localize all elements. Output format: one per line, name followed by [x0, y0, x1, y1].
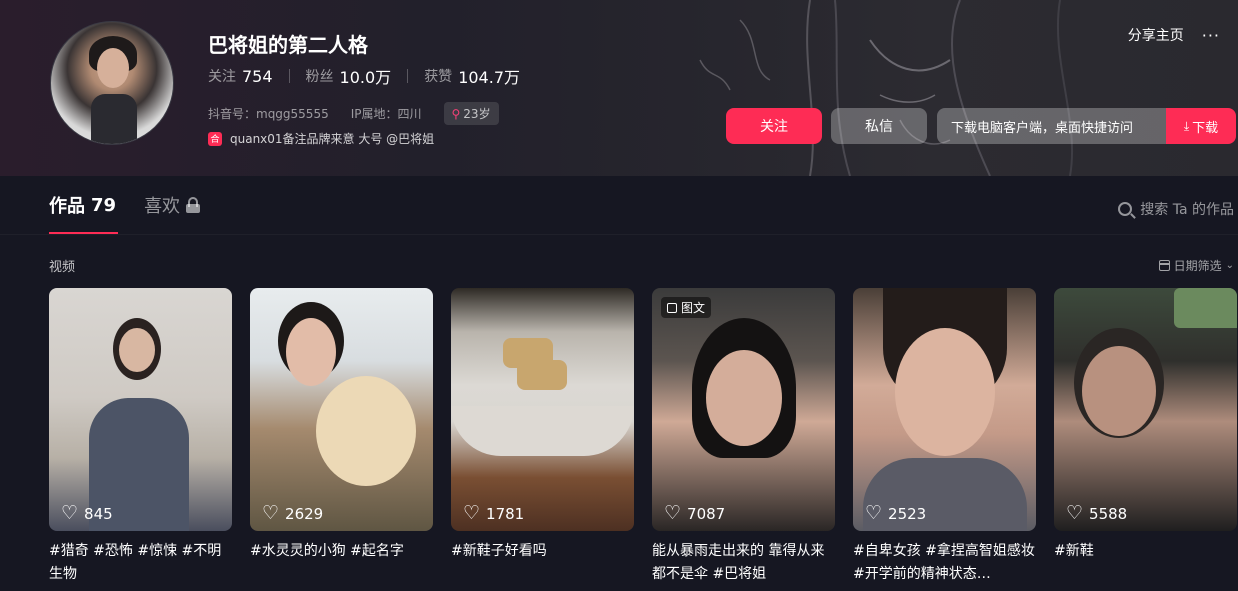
following-label: 关注	[208, 69, 236, 85]
video-caption[interactable]: #新鞋	[1054, 540, 1237, 586]
profile-meta: 抖音号：mqgg55555 IP属地：四川 ⚲ 23岁	[208, 102, 499, 125]
tab-works[interactable]: 作品 79	[49, 192, 116, 218]
like-count: ♡ 7087	[664, 504, 725, 523]
like-count-value: 2523	[888, 504, 927, 523]
download-label: 下载	[1192, 120, 1219, 136]
female-icon: ⚲	[451, 106, 461, 121]
video-thumbnail[interactable]: 图文 ♡ 7087	[652, 288, 835, 531]
message-button[interactable]: 私信	[831, 108, 927, 144]
download-button[interactable]: ⤓ 下载	[1166, 108, 1236, 144]
like-count-value: 1781	[486, 504, 525, 523]
profile-stats: 关注 754 粉丝 10.0万 获赞 104.7万	[208, 64, 520, 88]
like-count-value: 5588	[1089, 504, 1128, 523]
like-count: ♡ 5588	[1066, 504, 1127, 523]
followers-count[interactable]: 10.0万	[340, 64, 392, 88]
heart-icon: ♡	[865, 502, 883, 524]
share-profile-button[interactable]: 分享主页	[1128, 25, 1184, 45]
followers-label: 粉丝	[305, 69, 334, 85]
lock-icon	[186, 197, 201, 213]
stat-divider	[288, 69, 290, 83]
like-count-value: 845	[84, 504, 113, 523]
video-card[interactable]: ♡ 845 #猎奇 #恐怖 #惊悚 #不明生物	[49, 288, 232, 586]
video-thumbnail[interactable]: ♡ 1781	[451, 288, 634, 531]
video-caption[interactable]: #新鞋子好看吗	[451, 540, 634, 586]
video-card[interactable]: ♡ 2629 #水灵灵的小狗 #起名字	[250, 288, 433, 586]
search-works-button[interactable]: 搜索 Ta 的作品	[1118, 199, 1234, 219]
download-icon: ⤓	[1183, 118, 1190, 133]
tabs-divider	[0, 234, 1238, 235]
video-card[interactable]: ♡ 1781 #新鞋子好看吗	[451, 288, 634, 586]
follow-button[interactable]: 关注	[726, 108, 822, 144]
ip-location: IP属地：四川	[350, 107, 422, 121]
video-thumbnail[interactable]: ♡ 845	[49, 288, 232, 531]
date-filter-label: 日期筛选	[1173, 259, 1222, 273]
likes-count: 104.7万	[458, 68, 520, 87]
heart-icon: ♡	[463, 502, 481, 524]
like-count: ♡ 2629	[262, 504, 323, 523]
video-caption[interactable]: #猎奇 #恐怖 #惊悚 #不明生物	[49, 540, 232, 586]
video-grid: ♡ 845 #猎奇 #恐怖 #惊悚 #不明生物 ♡ 2629 #水灵灵的小狗 #…	[49, 288, 1238, 586]
video-thumbnail[interactable]: ♡ 2629	[250, 288, 433, 531]
more-options-icon[interactable]: ···	[1202, 26, 1220, 45]
tab-likes-label: 喜欢	[144, 196, 181, 217]
search-works-label: 搜索 Ta 的作品	[1140, 202, 1234, 218]
douyin-id: 抖音号：mqgg55555	[208, 107, 329, 121]
top-right-actions: 分享主页 ···	[1128, 25, 1220, 45]
video-card[interactable]: 图文 ♡ 7087 能从暴雨走出来的 靠得从来都不是伞 #巴将姐	[652, 288, 835, 586]
date-filter-button[interactable]: 日期筛选 ⌄	[1158, 257, 1234, 274]
heart-icon: ♡	[664, 502, 682, 524]
badge-label: 图文	[681, 301, 706, 315]
calendar-icon	[1158, 260, 1170, 271]
video-thumbnail[interactable]: ♡ 2523	[853, 288, 1036, 531]
heart-icon: ♡	[61, 502, 79, 524]
tab-likes[interactable]: 喜欢	[144, 192, 201, 218]
profile-bio: 合 quanx01备注品牌来意 大号 @巴将姐	[208, 130, 434, 147]
like-count-value: 2629	[285, 504, 324, 523]
following-count[interactable]: 754	[242, 67, 273, 86]
section-label-videos: 视频	[49, 260, 76, 275]
heart-icon: ♡	[262, 502, 280, 524]
likes-label: 获赞	[424, 69, 453, 85]
age-badge: ⚲ 23岁	[443, 102, 499, 125]
like-count: ♡ 1781	[463, 504, 524, 523]
like-count-value: 7087	[687, 504, 726, 523]
search-icon	[1118, 202, 1133, 216]
video-caption[interactable]: #自卑女孩 #拿捏高智姐感妆 #开学前的精神状态…	[853, 540, 1036, 586]
chevron-down-icon: ⌄	[1225, 260, 1234, 271]
profile-header: 巴将姐的第二人格 关注 754 粉丝 10.0万 获赞 104.7万 抖音号：m…	[0, 0, 1238, 176]
profile-name: 巴将姐的第二人格	[208, 33, 368, 57]
tab-works-count: 79	[91, 194, 117, 216]
image-icon	[667, 302, 677, 313]
like-count: ♡ 2523	[865, 504, 926, 523]
video-card[interactable]: ♡ 5588 #新鞋	[1054, 288, 1237, 586]
video-caption[interactable]: #水灵灵的小狗 #起名字	[250, 540, 433, 586]
stat-divider	[407, 69, 409, 83]
image-text-badge: 图文	[661, 297, 712, 318]
bio-text: quanx01备注品牌来意 大号 @巴将姐	[230, 132, 435, 146]
download-banner: 下载电脑客户端，桌面快捷访问 ⤓ 下载	[937, 108, 1236, 144]
tab-works-label: 作品	[49, 196, 85, 217]
video-caption[interactable]: 能从暴雨走出来的 靠得从来都不是伞 #巴将姐	[652, 540, 835, 586]
video-card[interactable]: ♡ 2523 #自卑女孩 #拿捏高智姐感妆 #开学前的精神状态…	[853, 288, 1036, 586]
age-text: 23岁	[463, 107, 491, 121]
video-thumbnail[interactable]: ♡ 5588	[1054, 288, 1237, 531]
like-count: ♡ 845	[61, 504, 113, 523]
heart-icon: ♡	[1066, 502, 1084, 524]
avatar[interactable]	[50, 21, 174, 145]
content-tabs: 作品 79 喜欢	[49, 192, 228, 218]
cooperation-tag-icon: 合	[208, 131, 222, 146]
download-tip[interactable]: 下载电脑客户端，桌面快捷访问	[937, 108, 1166, 144]
